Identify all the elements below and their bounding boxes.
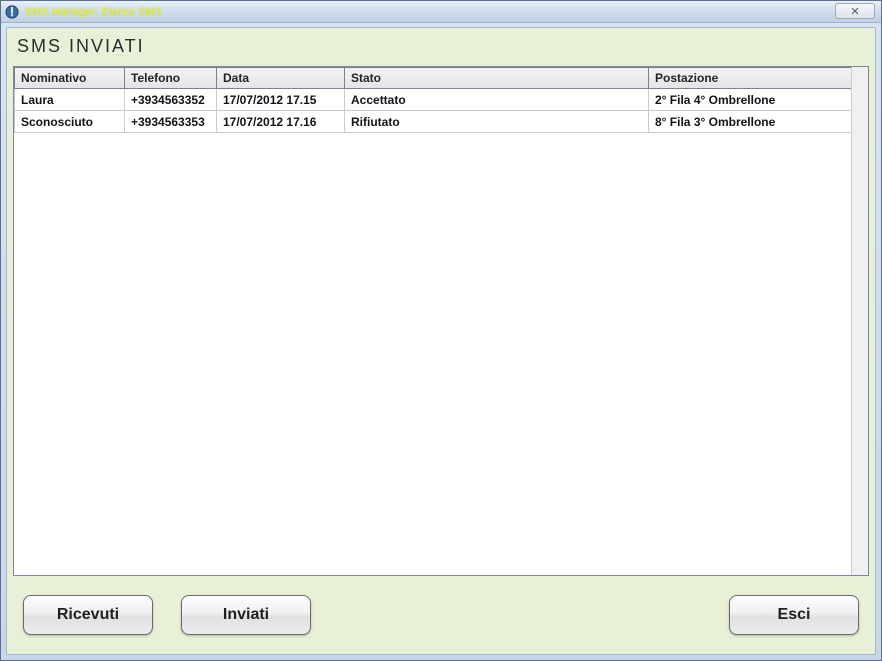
button-bar: Ricevuti Inviati Esci [13,582,869,648]
cell-stato: Rifiutato [345,111,649,133]
col-header-nominativo[interactable]: Nominativo [15,68,125,89]
cell-postazione: 2° Fila 4° Ombrellone [649,89,868,111]
window-title: SMS Manager: Elenco SMS [25,6,162,18]
titlebar[interactable]: SMS Manager: Elenco SMS ✕ [1,1,881,23]
cell-postazione: 8° Fila 3° Ombrellone [649,111,868,133]
cell-telefono: +3934563353 [125,111,217,133]
esci-button[interactable]: Esci [729,595,859,635]
table-row[interactable]: Sconosciuto +3934563353 17/07/2012 17.16… [15,111,868,133]
table-header-row: Nominativo Telefono Data Stato Postazion… [15,68,868,89]
cell-nominativo: Sconosciuto [15,111,125,133]
col-header-postazione[interactable]: Postazione [649,68,868,89]
app-icon [5,5,19,19]
cell-data: 17/07/2012 17.16 [217,111,345,133]
cell-stato: Accettato [345,89,649,111]
section-title: SMS INVIATI [7,28,875,61]
close-button[interactable]: ✕ [835,3,875,19]
ricevuti-button[interactable]: Ricevuti [23,595,153,635]
cell-telefono: +3934563352 [125,89,217,111]
sms-grid-container: Nominativo Telefono Data Stato Postazion… [13,66,869,576]
close-icon: ✕ [850,5,859,18]
client-area: SMS INVIATI Nominativo Telefono Data Sta… [6,27,876,655]
table-row[interactable]: Laura +3934563352 17/07/2012 17.15 Accet… [15,89,868,111]
sms-table: Nominativo Telefono Data Stato Postazion… [14,67,868,133]
col-header-data[interactable]: Data [217,68,345,89]
app-window: SMS Manager: Elenco SMS ✕ SMS INVIATI No… [0,0,882,661]
col-header-telefono[interactable]: Telefono [125,68,217,89]
vertical-scrollbar[interactable] [851,67,868,575]
col-header-stato[interactable]: Stato [345,68,649,89]
cell-data: 17/07/2012 17.15 [217,89,345,111]
cell-nominativo: Laura [15,89,125,111]
inviati-button[interactable]: Inviati [181,595,311,635]
